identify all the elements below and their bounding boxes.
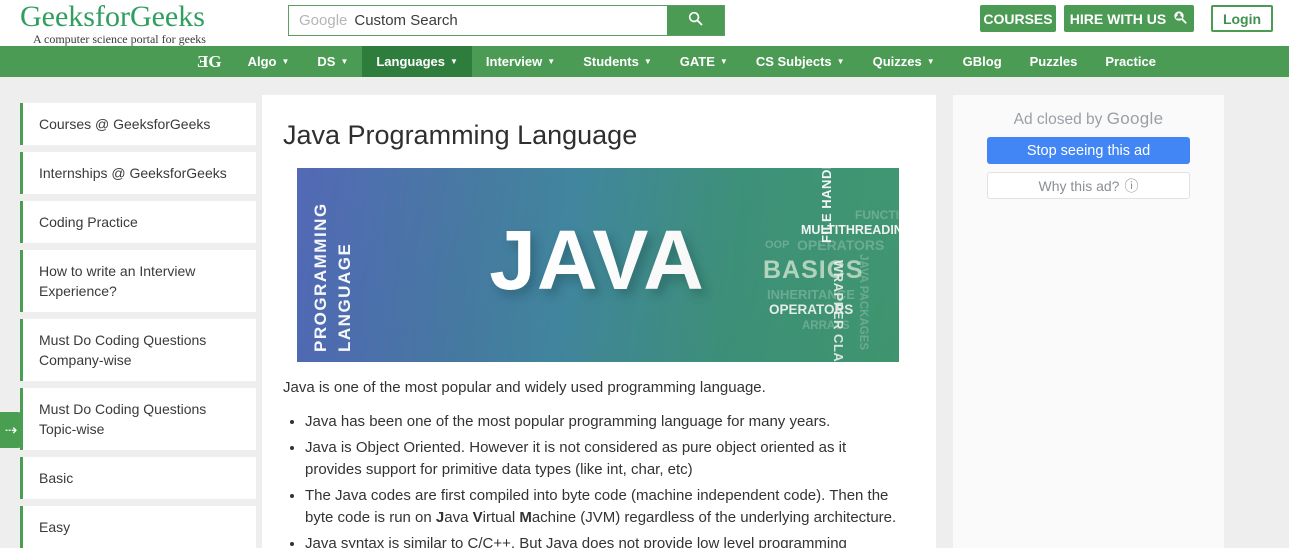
chevron-down-icon: ▼ bbox=[547, 56, 556, 66]
chevron-down-icon: ▼ bbox=[340, 56, 349, 66]
page-title: Java Programming Language bbox=[283, 120, 638, 150]
google-brand-label: Google bbox=[1106, 109, 1164, 128]
google-ad-panel: Ad closed by Google Stop seeing this ad … bbox=[953, 95, 1224, 548]
list-item: Java has been one of the most popular pr… bbox=[305, 411, 905, 434]
sidebar-item-mustdo-topic[interactable]: Must Do Coding Questions Topic-wise bbox=[20, 388, 256, 450]
nav-item-quizzes[interactable]: Quizzes ▼ bbox=[859, 46, 949, 77]
sidebar-item-coding-practice[interactable]: Coding Practice bbox=[20, 201, 256, 243]
courses-button-label: COURSES bbox=[983, 10, 1053, 27]
courses-button[interactable]: COURSES bbox=[980, 5, 1056, 32]
nav-item-students[interactable]: Students ▼ bbox=[569, 46, 666, 77]
banner-word-operators-outline: OPERATORS bbox=[797, 237, 885, 253]
nav-item-ds[interactable]: DS ▼ bbox=[303, 46, 362, 77]
sidebar-item-mustdo-company[interactable]: Must Do Coding Questions Company-wise bbox=[20, 319, 256, 381]
list-item: Java is Object Oriented. However it is n… bbox=[305, 437, 905, 482]
banner-word-file-handling: FILE HANDLING bbox=[819, 168, 834, 243]
banner-word-arrays: ARRAYS bbox=[802, 320, 850, 332]
feature-list: Java has been one of the most popular pr… bbox=[283, 411, 905, 548]
banner-word-functions: FUNCTIONS bbox=[855, 208, 899, 222]
search-box: Google Custom Search bbox=[288, 5, 725, 36]
search-brand-label: Google bbox=[299, 12, 348, 29]
chevron-down-icon: ▼ bbox=[836, 56, 845, 66]
banner-word-java-packages: JAVA PACKAGES bbox=[857, 254, 869, 351]
site-header: GeeksforGeeks A computer science portal … bbox=[0, 0, 1289, 46]
nav-item-gate[interactable]: GATE ▼ bbox=[666, 46, 742, 77]
java-banner-image: PROGRAMMING LANGUAGE JAVA FILE HANDLING … bbox=[297, 168, 899, 362]
sidebar-item-courses[interactable]: Courses @ GeeksforGeeks bbox=[20, 103, 256, 145]
banner-word-operators-bold: OPERATORS bbox=[769, 302, 854, 317]
search-placeholder: Custom Search bbox=[354, 12, 458, 29]
nav-item-languages[interactable]: Languages ▼ bbox=[362, 46, 472, 77]
logo-tagline: A computer science portal for geeks bbox=[33, 32, 206, 46]
banner-word-basics: BASICS bbox=[763, 256, 864, 284]
hire-with-us-button[interactable]: HIRE WITH US bbox=[1064, 5, 1194, 32]
left-sidebar: Courses @ GeeksforGeeks Internships @ Ge… bbox=[20, 103, 256, 548]
chevron-down-icon: ▼ bbox=[643, 56, 652, 66]
nav-item-practice[interactable]: Practice bbox=[1091, 46, 1170, 77]
gfg-monogram-icon[interactable]: ƎG bbox=[185, 46, 234, 77]
chevron-down-icon: ▼ bbox=[926, 56, 935, 66]
article-panel: Java Programming Language PROGRAMMING LA… bbox=[262, 95, 936, 548]
stop-seeing-ad-button[interactable]: Stop seeing this ad bbox=[987, 137, 1190, 164]
banner-side-text: PROGRAMMING LANGUAGE bbox=[311, 202, 354, 352]
banner-word-oop: OOP bbox=[765, 239, 790, 251]
nav-item-interview[interactable]: Interview ▼ bbox=[472, 46, 569, 77]
main-navbar: ƎG Algo ▼ DS ▼ Languages ▼ Interview ▼ Stude… bbox=[0, 46, 1289, 77]
nav-item-algo[interactable]: Algo ▼ bbox=[234, 46, 304, 77]
banner-word-multithreading: MULTITHREADING bbox=[801, 223, 899, 237]
login-button[interactable]: Login bbox=[1211, 5, 1273, 32]
banner-java-wordmark: JAVA bbox=[489, 213, 705, 307]
ad-closed-text: Ad closed by Google bbox=[1013, 109, 1164, 128]
person-search-icon bbox=[1172, 9, 1188, 28]
chevron-down-icon: ▼ bbox=[449, 56, 458, 66]
search-icon bbox=[687, 10, 704, 32]
nav-item-cs-subjects[interactable]: CS Subjects ▼ bbox=[742, 46, 859, 77]
chevron-down-icon: ▼ bbox=[281, 56, 290, 66]
intro-paragraph: Java is one of the most popular and wide… bbox=[283, 379, 766, 396]
page: GeeksforGeeks A computer science portal … bbox=[0, 0, 1289, 548]
search-input[interactable]: Google Custom Search bbox=[289, 6, 667, 35]
info-icon: ⓘ bbox=[1124, 177, 1139, 194]
nav-item-puzzles[interactable]: Puzzles bbox=[1016, 46, 1092, 77]
search-button[interactable] bbox=[667, 6, 724, 35]
banner-word-wrapper-classes: WRAPPER CLASSES bbox=[831, 260, 846, 362]
sidebar-item-interview-experience[interactable]: How to write an Interview Experience? bbox=[20, 250, 256, 312]
arrow-right-icon: ⇢ bbox=[4, 422, 18, 439]
chevron-down-icon: ▼ bbox=[719, 56, 728, 66]
nav-item-gblog[interactable]: GBlog bbox=[949, 46, 1016, 77]
sidebar-item-internships[interactable]: Internships @ GeeksforGeeks bbox=[20, 152, 256, 194]
why-this-ad-button[interactable]: Why this ad? ⓘ bbox=[987, 172, 1190, 199]
list-item: Java syntax is similar to C/C++. But Jav… bbox=[305, 533, 905, 548]
logo-title[interactable]: GeeksforGeeks bbox=[20, 1, 206, 33]
sidebar-item-basic[interactable]: Basic bbox=[20, 457, 256, 499]
sidebar-item-easy[interactable]: Easy bbox=[20, 506, 256, 548]
site-logo[interactable]: GeeksforGeeks A computer science portal … bbox=[20, 1, 206, 46]
list-item: The Java codes are first compiled into b… bbox=[305, 485, 905, 530]
login-button-label: Login bbox=[1222, 10, 1262, 27]
sidebar-expand-tab[interactable]: ⇢ bbox=[0, 412, 22, 448]
hire-with-us-label: HIRE WITH US bbox=[1069, 10, 1167, 27]
banner-word-inheritance: INHERITANCE bbox=[767, 287, 855, 302]
